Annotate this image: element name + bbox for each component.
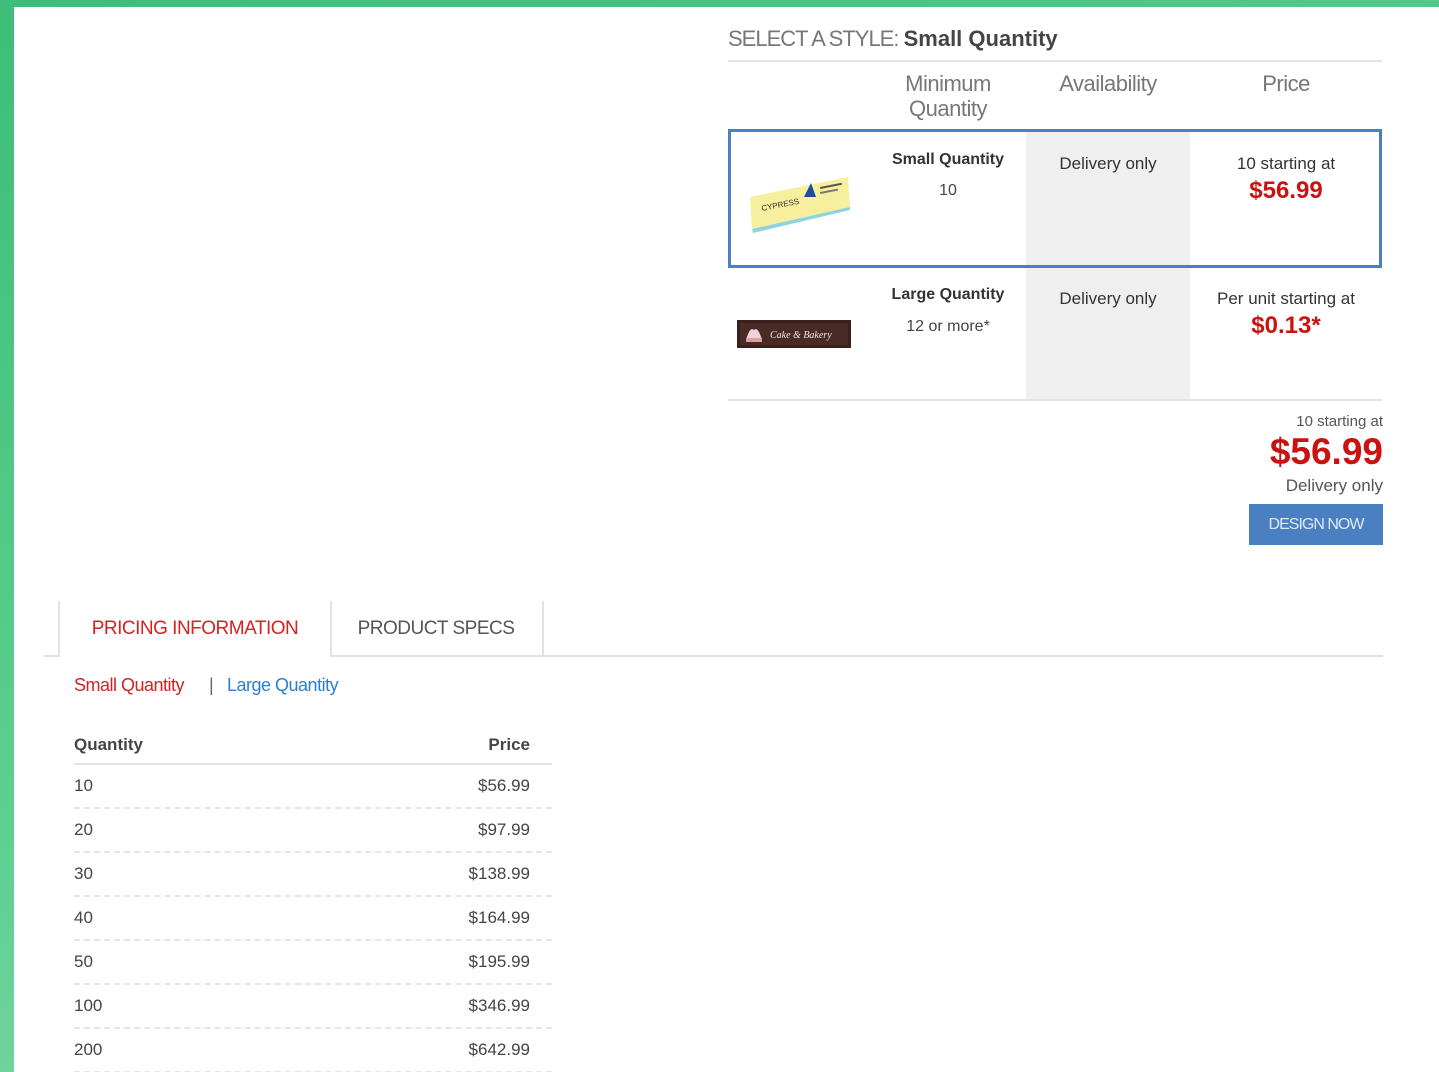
select-style-heading: SELECT A STYLE: Small Quantity [728, 26, 1058, 52]
row-price: $97.99 [478, 820, 530, 839]
options-divider [728, 399, 1382, 401]
header-price: Price [488, 735, 530, 754]
table-row: 40 $164.99 [74, 897, 552, 941]
row-price: $346.99 [468, 996, 530, 1015]
row-quantity: 200 [74, 1040, 103, 1059]
row-price: $164.99 [468, 908, 530, 927]
summary-price: $56.99 [1269, 431, 1383, 472]
option-name: Small Quantity [891, 151, 1005, 168]
tab-product-specs[interactable]: PRODUCT SPECS [330, 601, 544, 657]
subtab-separator: | [209, 675, 214, 695]
row-quantity: 100 [74, 996, 103, 1015]
pricing-table-header: Quantity Price [74, 727, 552, 765]
option-price: $56.99 [1249, 177, 1323, 204]
column-min-quantity-line2: Quantity [909, 96, 987, 121]
availability-cell-bg [1026, 131, 1190, 266]
row-quantity: 50 [74, 952, 93, 971]
row-quantity: 10 [74, 776, 93, 795]
table-row: 200 $642.99 [74, 1029, 552, 1072]
product-page: SELECT A STYLE: Small Quantity Minimum Q… [14, 7, 1439, 1072]
selected-style-name: Small Quantity [903, 26, 1058, 51]
select-style-prefix: SELECT A STYLE: [728, 26, 899, 51]
design-now-button[interactable]: DESIGN NOW [1249, 504, 1383, 545]
row-quantity: 20 [74, 820, 93, 839]
option-availability: Delivery only [1059, 154, 1157, 173]
table-row: 10 $56.99 [74, 765, 552, 809]
availability-cell-bg [1026, 266, 1190, 399]
option-min-quantity: 10 [939, 182, 957, 199]
tab-pricing-information[interactable]: PRICING INFORMATION [58, 601, 332, 657]
small-quantity-label-image: CYPRESS [750, 177, 850, 233]
option-price-label: 10 starting at [1236, 154, 1336, 173]
header-quantity: Quantity [74, 735, 143, 754]
column-min-quantity-line1: Minimum [905, 71, 991, 96]
row-quantity: 40 [74, 908, 93, 927]
option-price-label: Per unit starting at [1217, 289, 1355, 308]
row-price: $138.99 [468, 864, 530, 883]
column-price: Price [1262, 71, 1310, 96]
table-row: 20 $97.99 [74, 809, 552, 853]
option-availability: Delivery only [1059, 289, 1157, 308]
row-price: $642.99 [468, 1040, 530, 1059]
subtab-large-quantity[interactable]: Large Quantity [227, 675, 339, 696]
row-price: $56.99 [478, 776, 530, 795]
subtab-small-quantity[interactable]: Small Quantity [74, 675, 185, 696]
column-availability: Availability [1059, 71, 1157, 96]
table-row: 50 $195.99 [74, 941, 552, 985]
heading-divider [728, 60, 1382, 62]
table-row: 100 $346.99 [74, 985, 552, 1029]
column-min-quantity: Minimum Quantity [868, 71, 1028, 121]
summary-price-label: 10 starting at [1296, 413, 1383, 430]
option-name: Large Quantity [891, 286, 1005, 303]
option-price: $0.13* [1251, 312, 1321, 339]
style-option-small-quantity[interactable]: CYPRESS Small Quantity 10 Delivery only … [728, 131, 1382, 266]
table-row: 30 $138.99 [74, 853, 552, 897]
summary-availability: Delivery only [1285, 476, 1383, 495]
style-option-large-quantity[interactable]: Cake & Bakery Large Quantity 12 or more*… [728, 266, 1382, 401]
large-quantity-label-image: Cake & Bakery [737, 320, 851, 348]
pricing-table: Quantity Price 10 $56.99 20 $97.99 30 $1… [74, 727, 552, 1072]
row-price: $195.99 [468, 952, 530, 971]
row-quantity: 30 [74, 864, 93, 883]
option-min-quantity: 12 or more* [906, 318, 990, 335]
svg-text:Cake & Bakery: Cake & Bakery [770, 330, 832, 341]
